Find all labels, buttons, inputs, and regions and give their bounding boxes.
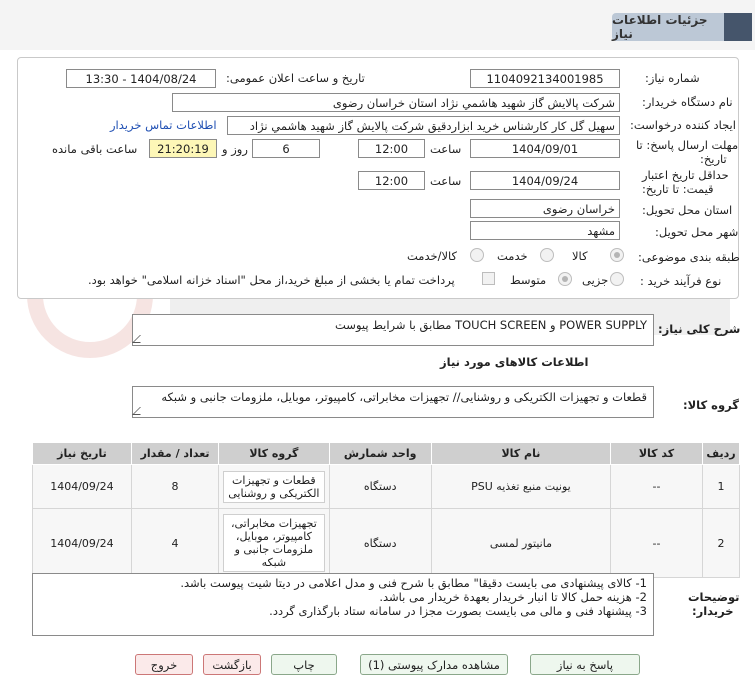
days-remaining-field: 6 [252, 139, 320, 158]
col-header-code: کد کالا [610, 442, 703, 465]
notes-label: توضیحات [688, 590, 740, 604]
cell-name: یونیت منبع تغذیه PSU [430, 464, 612, 509]
col-header-date: تاریخ نیاز [32, 442, 132, 465]
process-radio-medium[interactable] [558, 272, 572, 286]
validity-label: حداقل تاریخ اعتبار [642, 168, 729, 182]
remaining-time-field: 21:20:19 [149, 139, 217, 158]
buyer-org-label: نام دستگاه خریدار: [642, 95, 733, 109]
category-radio-goods[interactable] [610, 248, 624, 262]
summary-field: POWER SUPPLY و TOUCH SCREEN مطابق با شرا… [132, 314, 654, 346]
need-number-label: شماره نیاز: [645, 71, 700, 85]
cell-row-no: 2 [701, 508, 741, 578]
goods-info-title: اطلاعات کالاهای مورد نیاز [440, 355, 589, 369]
cell-code: -- [610, 464, 703, 509]
province-label: استان محل تحویل: [642, 203, 733, 217]
deadline-time-field: 12:00 [358, 139, 425, 158]
print-button[interactable]: چاپ [271, 654, 337, 675]
cell-date: 1404/09/24 [32, 508, 132, 578]
category-radio-both[interactable] [470, 248, 484, 262]
col-header-unit: واحد شمارش [328, 442, 432, 465]
cell-name: مانیتور لمسی [430, 508, 612, 578]
cell-group-text: تجهیزات مخابراتی، کامپیوتر، موبایل، ملزو… [223, 514, 325, 572]
col-header-group: گروه کالا [218, 442, 330, 465]
requester-label: ایجاد کننده درخواست: [630, 118, 736, 132]
cell-date: 1404/09/24 [32, 464, 132, 509]
contact-info-link[interactable]: اطلاعات تماس خریدار [110, 118, 217, 132]
notes-label-buyer: خریدار: [692, 604, 734, 618]
city-field: مشهد [470, 221, 620, 240]
goods-group-field: قطعات و تجهیزات الکتریکی و روشنایی// تجه… [132, 386, 654, 418]
cell-code: -- [610, 508, 703, 578]
validity-date-label: قیمت: تا تاریخ: [642, 182, 714, 196]
exit-button[interactable]: خروج [135, 654, 193, 675]
treasury-payment-note: پرداخت تمام یا بخشی از مبلغ خرید،از محل … [88, 273, 455, 287]
deadline-date-field: 1404/09/01 [470, 139, 620, 158]
goods-group-label: گروه کالا: [683, 398, 739, 412]
announce-field: 1404/08/24 - 13:30 [66, 69, 216, 88]
top-bar: جزئیات اطلاعات نیاز [0, 0, 755, 50]
days-label: روز و [222, 142, 248, 156]
treasury-payment-checkbox[interactable] [482, 272, 495, 285]
col-header-qty: تعداد / مقدار [130, 442, 220, 465]
province-field: خراسان رضوی [470, 199, 620, 218]
cell-group-text: قطعات و تجهیزات الکتریکی و روشنایی [223, 470, 325, 503]
goods-group-text: قطعات و تجهیزات الکتریکی و روشنایی// تجه… [161, 390, 647, 404]
buyer-notes-field: 1- کالای پیشنهادی می بایست دقیقا" مطابق … [32, 573, 654, 636]
buyer-org-field: شرکت پالايش گاز شهيد هاشمي نژاد استان خر… [172, 93, 620, 112]
deadline-time-label: ساعت [430, 142, 462, 156]
category-option-service: خدمت [497, 249, 528, 263]
cell-unit: دستگاه [328, 464, 432, 509]
cell-group: قطعات و تجهیزات الکتریکی و روشنایی [218, 464, 330, 509]
cell-qty: 4 [130, 508, 220, 578]
goods-table: ردیف کد کالا نام کالا واحد شمارش گروه کا… [32, 442, 741, 578]
requester-field: سهیل گل کار کارشناس خرید ابزاردقیق شرکت … [227, 116, 620, 135]
category-radio-service[interactable] [540, 248, 554, 262]
category-label: طبقه بندی موضوعی: [638, 250, 740, 264]
remaining-label: ساعت باقی مانده [52, 142, 138, 156]
cell-group: تجهیزات مخابراتی، کامپیوتر، موبایل، ملزو… [218, 508, 330, 578]
table-header-row: ردیف کد کالا نام کالا واحد شمارش گروه کا… [32, 442, 741, 465]
summary-text: POWER SUPPLY و TOUCH SCREEN مطابق با شرا… [335, 318, 647, 332]
col-header-name: نام کالا [430, 442, 612, 465]
validity-date-field: 1404/09/24 [470, 171, 620, 190]
summary-label: شرح کلی نیاز: [658, 322, 741, 336]
cell-unit: دستگاه [328, 508, 432, 578]
process-label: نوع فرآیند خرید : [640, 274, 722, 288]
note-line: 2- هزینه حمل کالا تا انبار خریدار بعهدة … [379, 590, 647, 604]
deadline-date-label: تاریخ: [700, 152, 727, 166]
table-row: 1 -- یونیت منبع تغذیه PSU دستگاه قطعات و… [32, 464, 741, 509]
process-option-medium: متوسط [510, 273, 547, 287]
table-row: 2 -- مانیتور لمسی دستگاه تجهیزات مخابرات… [32, 508, 741, 578]
announce-label: تاریخ و ساعت اعلان عمومی: [226, 71, 365, 85]
note-line: 3- پیشنهاد فنی و مالی می بایست بصورت مجز… [269, 604, 647, 618]
page-title: جزئیات اطلاعات نیاز [612, 13, 752, 41]
city-label: شهر محل تحویل: [655, 225, 739, 239]
validity-time-label: ساعت [430, 174, 462, 188]
need-number-field: 1104092134001985 [470, 69, 620, 88]
deadline-label: مهلت ارسال پاسخ: تا [636, 138, 739, 152]
validity-time-field: 12:00 [358, 171, 425, 190]
reply-button[interactable]: پاسخ به نیاز [530, 654, 640, 675]
back-button[interactable]: بازگشت [203, 654, 261, 675]
category-option-both: کالا/خدمت [407, 249, 458, 263]
category-option-goods: کالا [572, 249, 588, 263]
process-radio-minor[interactable] [610, 272, 624, 286]
cell-row-no: 1 [701, 464, 741, 509]
view-documents-button[interactable]: مشاهده مدارک پیوستی (1) [360, 654, 508, 675]
cell-qty: 8 [130, 464, 220, 509]
col-header-row-no: ردیف [701, 442, 741, 465]
note-line: 1- کالای پیشنهادی می بایست دقیقا" مطابق … [180, 576, 647, 590]
process-option-minor: جزیی [582, 273, 609, 287]
